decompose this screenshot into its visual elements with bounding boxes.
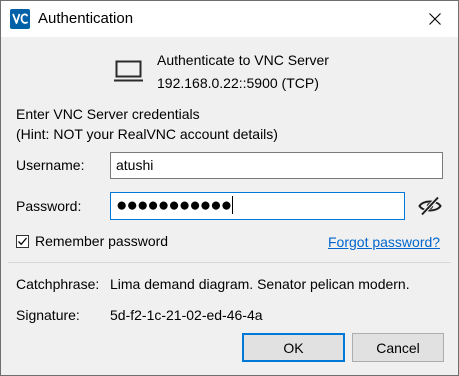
username-value: atushi: [116, 157, 154, 173]
signature-label: Signature:: [16, 307, 80, 323]
checkmark-icon: [18, 237, 27, 245]
close-button[interactable]: [412, 1, 458, 37]
signature-value: 5d-f2-1c-21-02-ed-46-4a: [110, 307, 263, 323]
credentials-hint: (Hint: NOT your RealVNC account details): [16, 126, 278, 142]
close-icon: [429, 13, 441, 25]
authentication-dialog: Authentication Authenticate to VNC Serve…: [0, 0, 459, 376]
monitor-icon: [114, 60, 143, 82]
password-value: ●●●●●●●●●●●: [116, 195, 232, 216]
remember-password-checkbox[interactable]: [16, 234, 29, 248]
ok-button[interactable]: OK: [242, 333, 345, 362]
credentials-prompt: Enter VNC Server credentials: [16, 106, 200, 122]
username-field[interactable]: atushi: [110, 152, 443, 179]
username-label: Username:: [16, 157, 85, 173]
show-password-toggle[interactable]: [415, 192, 445, 220]
divider: [8, 262, 451, 263]
catchphrase-label: Catchphrase:: [16, 276, 100, 292]
vnc-viewer-icon: [10, 9, 30, 29]
window-title: Authentication: [38, 10, 134, 27]
text-caret: [232, 196, 234, 214]
remember-password[interactable]: Remember password: [16, 233, 168, 249]
dialog-content: Authenticate to VNC Server 192.168.0.22:…: [1, 37, 458, 375]
server-title: Authenticate to VNC Server: [157, 52, 329, 68]
catchphrase-value: Lima demand diagram. Senator pelican mod…: [110, 276, 410, 292]
forgot-password-link[interactable]: Forgot password?: [328, 234, 440, 250]
title-bar: Authentication: [1, 1, 458, 37]
server-address: 192.168.0.22::5900 (TCP): [157, 75, 319, 91]
cancel-button[interactable]: Cancel: [352, 333, 444, 362]
remember-password-label: Remember password: [35, 233, 169, 249]
eye-slash-icon: [418, 196, 442, 216]
password-field[interactable]: ●●●●●●●●●●●: [110, 192, 405, 220]
password-label: Password:: [16, 198, 82, 214]
